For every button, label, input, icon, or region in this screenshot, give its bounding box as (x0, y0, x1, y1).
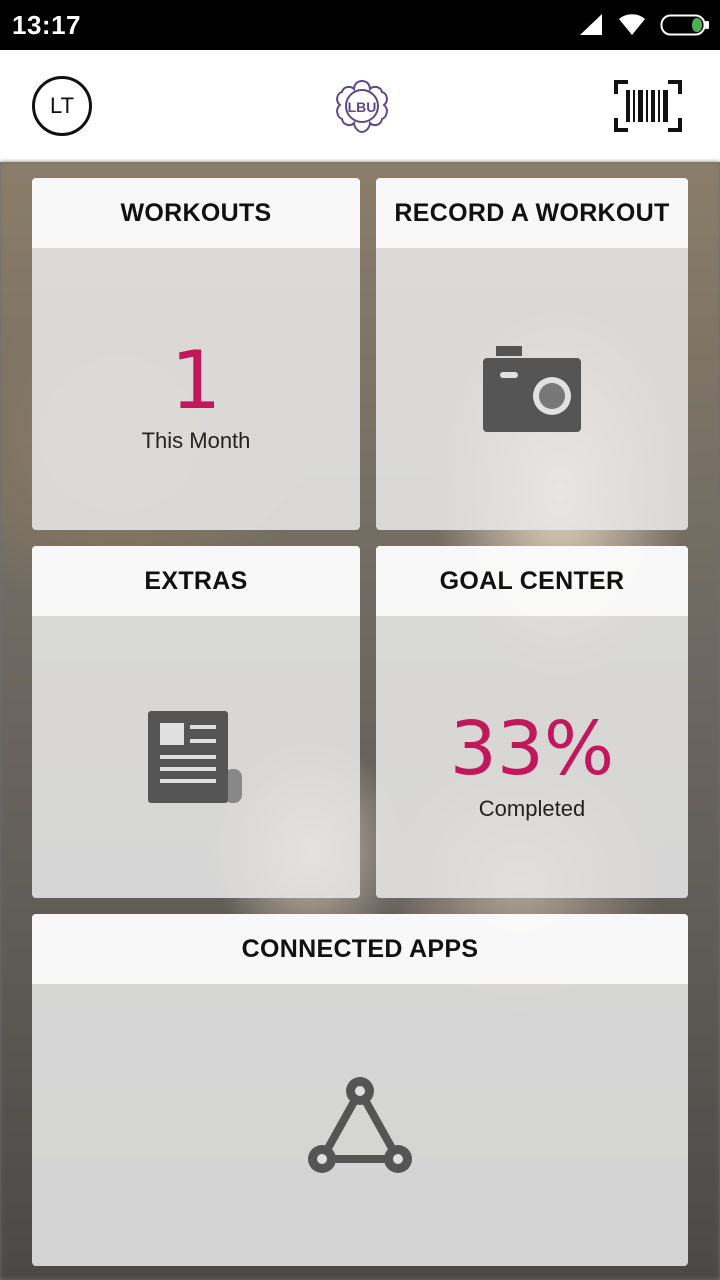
workouts-count: 1 (170, 334, 222, 427)
extras-card-title: EXTRAS (32, 546, 360, 616)
barcode-icon[interactable] (614, 80, 682, 132)
connected-apps-card-body (32, 984, 688, 1266)
connected-apps-card-title: CONNECTED APPS (32, 914, 688, 984)
goal-center-card-title: GOAL CENTER (376, 546, 688, 616)
camera-icon (483, 346, 581, 432)
record-workout-card[interactable]: RECORD A WORKOUT (376, 178, 688, 530)
goal-percentage: 33% (449, 706, 615, 792)
battery-icon (660, 14, 709, 36)
workouts-card[interactable]: WORKOUTS 1 This Month (32, 178, 360, 530)
connected-apps-icon (308, 1077, 412, 1173)
goal-caption: Completed (478, 796, 586, 821)
club-logo[interactable]: LBU (332, 77, 392, 135)
connected-apps-card[interactable]: CONNECTED APPS (32, 914, 688, 1266)
avatar[interactable]: LT (32, 76, 92, 136)
extras-card[interactable]: EXTRAS (32, 546, 360, 898)
workouts-caption: This Month (141, 428, 251, 453)
status-time: 13:17 (12, 10, 81, 40)
workouts-card-body: 1 This Month (32, 248, 360, 530)
avatar-initials: LT (49, 93, 75, 118)
record-workout-card-title: RECORD A WORKOUT (376, 178, 688, 248)
status-icons (578, 10, 710, 40)
newspaper-icon (148, 711, 242, 803)
goal-center-card[interactable]: GOAL CENTER 33% Completed (376, 546, 688, 898)
extras-card-body (32, 616, 360, 898)
logo-text: LBU (348, 99, 377, 115)
app-header: LT LBU (0, 50, 720, 162)
status-bar: 13:17 (0, 0, 720, 50)
wifi-icon (619, 14, 645, 35)
signal-icon (580, 14, 602, 35)
record-workout-card-body (376, 248, 688, 530)
workouts-card-title: WORKOUTS (32, 178, 360, 248)
goal-center-card-body: 33% Completed (376, 616, 688, 898)
